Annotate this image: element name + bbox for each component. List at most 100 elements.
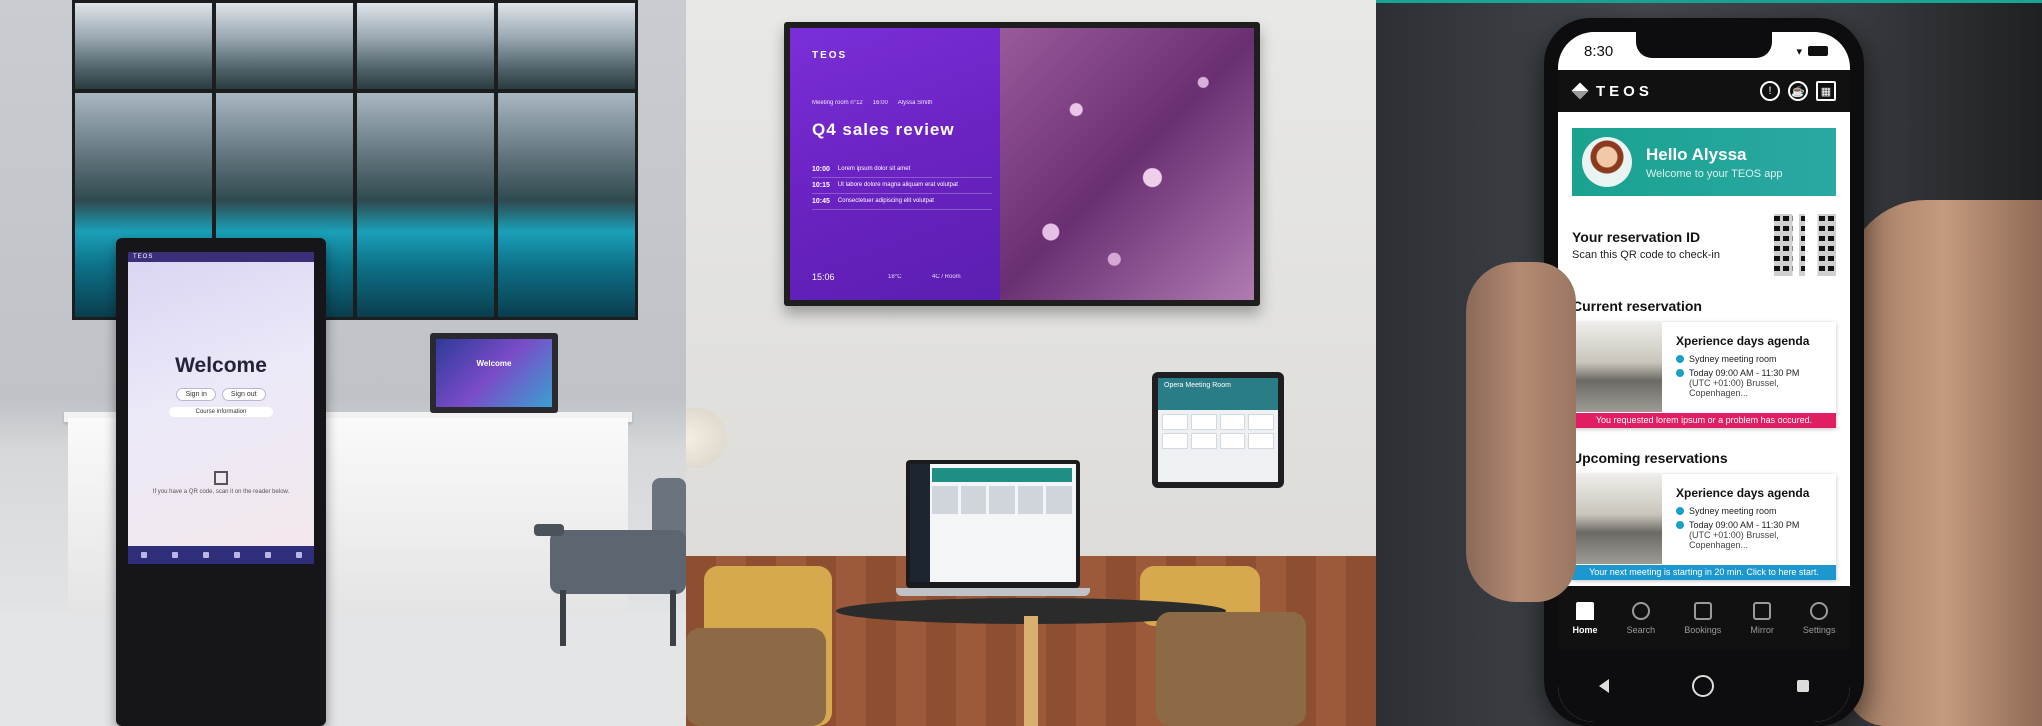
occupancy-readout: 4C / Room	[932, 274, 961, 280]
nav-icon[interactable]	[264, 552, 271, 558]
wall-tablet: Welcome	[430, 333, 558, 413]
recents-icon[interactable]	[1796, 680, 1809, 692]
current-reservation-card[interactable]: Xperience days agenda Sydney meeting roo…	[1572, 322, 1836, 428]
welcome-banner: Hello Alyssa Welcome to your TEOS app	[1572, 128, 1836, 196]
reservation-room: Sydney meeting room	[1689, 354, 1777, 364]
kiosk-logo: TEOS	[133, 254, 154, 260]
tab-settings[interactable]: Settings	[1803, 601, 1835, 635]
display-clock: 15:06	[812, 272, 835, 282]
bottom-tab-bar: Home Search Bookings Mirror Settings	[1558, 586, 1850, 650]
product-showcase: Welcome TEOS Welcome Sign in Sign out Co…	[0, 0, 2042, 726]
reservation-timezone: (UTC +01:00) Brussel, Copenhagen...	[1689, 378, 1779, 398]
upcoming-reservation-card[interactable]: Xperience days agenda Sydney meeting roo…	[1572, 474, 1836, 580]
meeting-room-thumbnail	[1572, 322, 1662, 412]
sign-out-button[interactable]: Sign out	[221, 388, 266, 401]
calendar-icon	[1693, 601, 1712, 620]
kiosk-nav-bar	[128, 546, 314, 564]
notch	[1636, 32, 1772, 58]
tab-home[interactable]: Home	[1573, 601, 1598, 635]
chair	[686, 628, 826, 726]
water-drops-image	[1000, 28, 1254, 300]
kiosk-qr-hint: If you have a QR code, scan it on the re…	[152, 489, 290, 495]
coffee-icon[interactable]: ☕	[1788, 81, 1808, 101]
reservation-id-hint: Scan this QR code to check-in	[1572, 249, 1720, 261]
wall-tablet-welcome: Welcome	[476, 359, 512, 368]
agenda-item: 10:00 Lorem ipsum dolor sit amet	[812, 162, 992, 178]
reservation-id-section: Your reservation ID Scan this QR code to…	[1572, 214, 1836, 276]
meeting-room-thumbnail	[1572, 474, 1662, 564]
greeting: Hello Alyssa	[1646, 144, 1747, 164]
reservation-time: Today 09:00 AM - 11:30 PM	[1689, 520, 1800, 530]
door-tablet: Opera Meeting Room	[1152, 372, 1284, 488]
sign-in-button[interactable]: Sign in	[176, 388, 216, 401]
current-reservation-heading: Current reservation	[1572, 298, 1702, 314]
thumb	[1466, 262, 1576, 602]
app-logo: TEOS	[1571, 82, 1653, 100]
wifi-icon: ▾	[1796, 45, 1802, 58]
qr-code-icon[interactable]	[1774, 214, 1836, 276]
hand	[1846, 200, 2042, 726]
search-icon	[1631, 601, 1650, 620]
course-info-button[interactable]: Course information	[169, 407, 273, 417]
app-header: TEOS ! ☕ ▦	[1558, 70, 1850, 112]
room-display-logo: TEOS	[812, 50, 848, 61]
avatar[interactable]	[1582, 137, 1632, 187]
nav-icon[interactable]	[140, 552, 147, 558]
meeting-title: Q4 sales review	[812, 120, 955, 139]
nav-icon[interactable]	[233, 552, 240, 558]
room-name: Meeting room n°12	[812, 100, 863, 106]
gear-icon	[1810, 601, 1829, 620]
door-tablet-title: Opera Meeting Room	[1158, 378, 1278, 410]
kiosk-screen: TEOS Welcome Sign in Sign out Course inf…	[128, 252, 314, 564]
status-time: 8:30	[1584, 42, 1614, 60]
system-nav-bar	[1558, 650, 1850, 722]
tab-mirror[interactable]: Mirror	[1750, 601, 1774, 635]
weather-readout: 18°C	[888, 274, 902, 280]
reservation-timezone: (UTC +01:00) Brussel, Copenhagen...	[1689, 530, 1779, 550]
teos-logo-icon	[1571, 82, 1589, 100]
meeting-time: 16:00	[872, 100, 888, 106]
nav-icon[interactable]	[202, 552, 209, 558]
kiosk-welcome: Welcome	[175, 354, 267, 377]
meeting-room-scene: TEOS Meeting room n°12 16:00 Alyssa Smit…	[686, 0, 1376, 726]
agenda-item: 10:15 Ut labore dolore magna aliquam erat…	[812, 178, 992, 194]
lobby-scene: Welcome TEOS Welcome Sign in Sign out Co…	[0, 0, 686, 726]
qr-scan-icon[interactable]: ▦	[1816, 81, 1836, 101]
kiosk-totem: TEOS Welcome Sign in Sign out Course inf…	[116, 238, 326, 726]
mobile-app-scene: 8:30 ▾ TEOS ! ☕ ▦ Hello Alyssa Welcome t…	[1376, 0, 2042, 726]
nav-icon[interactable]	[295, 552, 302, 558]
clock-icon	[1676, 521, 1684, 529]
nav-icon[interactable]	[171, 552, 178, 558]
upcoming-reservations-heading: Upcoming reservations	[1572, 450, 1728, 466]
tab-bookings[interactable]: Bookings	[1684, 601, 1721, 635]
battery-icon	[1808, 46, 1828, 56]
reservation-room: Sydney meeting room	[1689, 506, 1777, 516]
qr-icon	[214, 471, 228, 485]
organizer-name: Alyssa Smith	[897, 100, 933, 106]
agenda-list: 10:00 Lorem ipsum dolor sit amet 10:15 Ut …	[812, 162, 992, 210]
reservation-title: Xperience days agenda	[1676, 486, 1810, 500]
meeting-start-banner[interactable]: Your next meeting is starting in 20 min.…	[1572, 565, 1836, 580]
reservation-id-title: Your reservation ID	[1572, 229, 1701, 245]
clock-icon	[1676, 369, 1684, 377]
home-button-icon[interactable]	[1691, 675, 1714, 697]
table-leg	[1024, 616, 1038, 726]
app-screen: 8:30 ▾ TEOS ! ☕ ▦ Hello Alyssa Welcome t…	[1558, 32, 1850, 722]
pendant-lamp	[686, 408, 726, 468]
home-icon	[1576, 601, 1595, 620]
agenda-item: 10:45 Consectetuer adipiscing elit volutp…	[812, 194, 992, 210]
reservation-time: Today 09:00 AM - 11:30 PM	[1689, 368, 1800, 378]
welcome-subtitle: Welcome to your TEOS app	[1646, 167, 1783, 180]
laptop	[896, 460, 1090, 606]
back-icon[interactable]	[1599, 679, 1610, 693]
room-display-info-panel: TEOS Meeting room n°12 16:00 Alyssa Smit…	[790, 28, 1000, 300]
accent-line	[1376, 0, 2042, 3]
location-pin-icon	[1676, 507, 1684, 515]
reservation-alert[interactable]: You requested lorem ipsum or a problem h…	[1572, 413, 1836, 428]
reservation-title: Xperience days agenda	[1676, 334, 1810, 348]
chair	[1156, 612, 1306, 726]
tab-search[interactable]: Search	[1627, 601, 1655, 635]
alert-icon[interactable]: !	[1760, 81, 1780, 101]
mirror-icon	[1753, 601, 1772, 620]
location-pin-icon	[1676, 355, 1684, 363]
